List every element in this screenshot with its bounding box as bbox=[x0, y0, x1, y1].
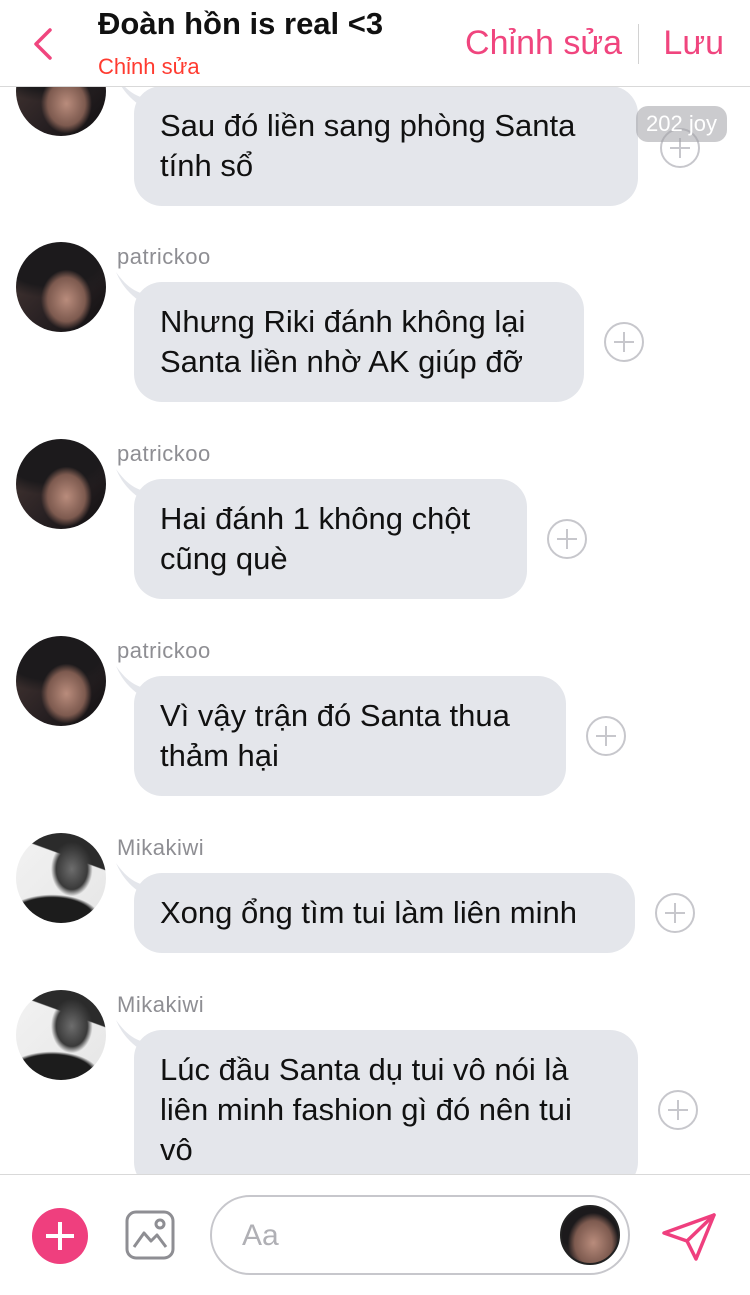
sender-name: patrickoo bbox=[117, 638, 211, 663]
sender-name: patrickoo bbox=[117, 244, 211, 269]
avatar[interactable] bbox=[16, 636, 106, 726]
message-bubble[interactable]: Nhưng Riki đánh không lại Santa liền nhờ… bbox=[134, 282, 584, 402]
message-bubble[interactable]: Hai đánh 1 không chột cũng què bbox=[134, 479, 527, 599]
send-icon[interactable] bbox=[660, 1211, 718, 1263]
message-bubble[interactable]: Lúc đầu Santa dụ tui vô nói là liên minh… bbox=[134, 1030, 638, 1174]
message-text: Xong ổng tìm tui làm liên minh bbox=[160, 895, 577, 930]
add-reaction-icon[interactable] bbox=[547, 519, 587, 559]
message-bubble[interactable]: Sau đó liền sang phòng Santa tính sổ bbox=[134, 86, 638, 206]
chat-title: Đoàn hồn is real <3 bbox=[98, 6, 384, 41]
message-list[interactable]: Sau đó liền sang phòng Santa tính sổ pat… bbox=[0, 0, 750, 1174]
message-text: Sau đó liền sang phòng Santa tính sổ bbox=[160, 108, 576, 183]
avatar[interactable] bbox=[16, 833, 106, 923]
input-avatar[interactable] bbox=[560, 1205, 620, 1265]
add-reaction-icon[interactable] bbox=[604, 322, 644, 362]
message-text: Hai đánh 1 không chột cũng què bbox=[160, 501, 471, 576]
add-reaction-icon[interactable] bbox=[586, 716, 626, 756]
message-bubble[interactable]: Vì vậy trận đó Santa thua thảm hại bbox=[134, 676, 566, 796]
message-input-wrapper[interactable] bbox=[210, 1195, 630, 1275]
chat-subtitle[interactable]: Chỉnh sửa bbox=[98, 54, 200, 80]
composer bbox=[0, 1174, 750, 1295]
plus-icon[interactable] bbox=[32, 1208, 88, 1264]
sender-name: Mikakiwi bbox=[117, 835, 205, 860]
message-text: Vì vậy trận đó Santa thua thảm hại bbox=[160, 698, 510, 773]
message-text: Lúc đầu Santa dụ tui vô nói là liên minh… bbox=[160, 1052, 572, 1167]
sender-name: patrickoo bbox=[117, 441, 211, 466]
chevron-left-icon[interactable] bbox=[22, 22, 66, 66]
sender-name: Mikakiwi bbox=[117, 992, 205, 1017]
avatar[interactable] bbox=[16, 990, 106, 1080]
message-input[interactable] bbox=[240, 1215, 544, 1257]
add-reaction-icon[interactable] bbox=[658, 1090, 698, 1130]
reaction-badge[interactable]: 202 joy bbox=[636, 106, 727, 142]
message-bubble[interactable]: Xong ổng tìm tui làm liên minh bbox=[134, 873, 635, 953]
avatar[interactable] bbox=[16, 242, 106, 332]
image-icon[interactable] bbox=[124, 1209, 176, 1261]
add-reaction-icon[interactable] bbox=[655, 893, 695, 933]
divider bbox=[638, 24, 639, 64]
save-button[interactable]: Lưu bbox=[663, 24, 724, 63]
edit-button[interactable]: Chỉnh sửa bbox=[465, 24, 622, 63]
chat-header: Đoàn hồn is real <3 Chỉnh sửa Chỉnh sửa … bbox=[0, 0, 750, 87]
message-text: Nhưng Riki đánh không lại Santa liền nhờ… bbox=[160, 304, 526, 379]
avatar[interactable] bbox=[16, 439, 106, 529]
